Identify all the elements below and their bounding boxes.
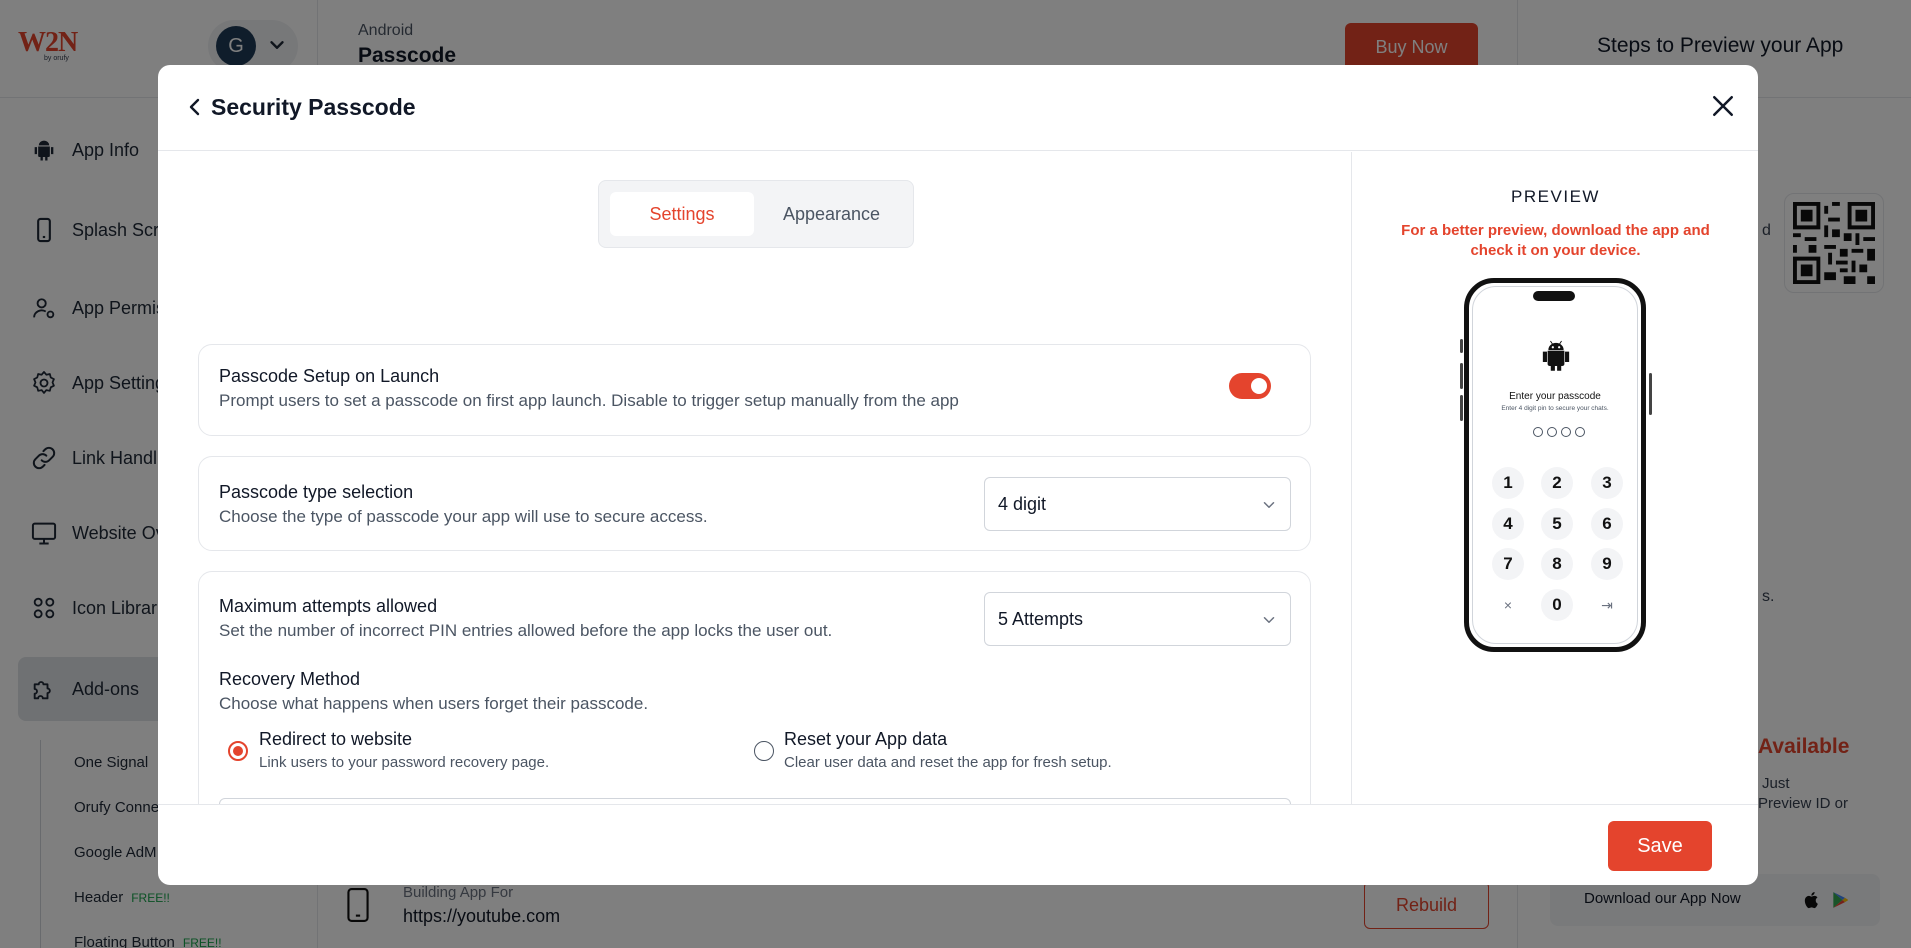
attempts-title: Maximum attempts allowed (219, 596, 438, 616)
tab-switcher: Settings Appearance (598, 180, 914, 248)
passcode-dots (1533, 427, 1593, 439)
recovery-title: Recovery Method (219, 669, 361, 689)
passcode-type-select[interactable]: 4 digit (984, 477, 1291, 531)
modal-footer: Save (158, 804, 1758, 885)
toggle-knob (1251, 378, 1267, 394)
type-title: Passcode type selection (219, 482, 414, 502)
setup-description: Prompt users to set a passcode on first … (219, 391, 959, 410)
keypad-key: 3 (1591, 467, 1623, 499)
max-attempts-value: 5 Attempts (998, 609, 1084, 629)
android-icon (1542, 340, 1570, 371)
phone-side-button (1460, 363, 1463, 389)
passcode-dot (1561, 427, 1571, 437)
preview-note: For a better preview, download the app a… (1401, 222, 1710, 259)
phone-passcode-subtext: Enter 4 digit pin to secure your chats. (1501, 405, 1609, 412)
chevron-down-icon (1263, 502, 1275, 508)
phone-side-button (1460, 395, 1463, 421)
attempts-description: Set the number of incorrect PIN entries … (219, 621, 833, 640)
keypad-enter-icon: ⇥ (1601, 597, 1613, 613)
security-passcode-modal: Security Passcode Settings Appearance Pa… (158, 65, 1758, 885)
modal-header: Security Passcode (158, 65, 1758, 151)
keypad-key: 9 (1591, 548, 1623, 580)
keypad-key: 1 (1492, 467, 1524, 499)
back-arrow-icon[interactable] (183, 95, 207, 119)
passcode-type-card: Passcode type selection Choose the type … (198, 456, 1311, 551)
passcode-dot (1575, 427, 1585, 437)
setup-title: Passcode Setup on Launch (219, 366, 440, 386)
phone-side-button (1460, 339, 1463, 353)
redirect-website-label[interactable]: Redirect to website (259, 729, 412, 750)
passcode-setup-card: Passcode Setup on Launch Prompt users to… (198, 344, 1311, 436)
tab-settings[interactable]: Settings (610, 192, 754, 236)
passcode-dot (1533, 427, 1543, 437)
keypad-key: 7 (1492, 548, 1524, 580)
attempts-recovery-card: Maximum attempts allowed Set the number … (198, 571, 1311, 804)
save-button[interactable]: Save (1608, 821, 1712, 871)
max-attempts-select[interactable]: 5 Attempts (984, 592, 1291, 646)
settings-pane: Settings Appearance Passcode Setup on La… (158, 152, 1351, 804)
phone-side-button (1649, 373, 1652, 415)
recovery-description: Choose what happens when users forget th… (219, 694, 649, 713)
keypad-clear-icon: × (1503, 597, 1513, 613)
keypad-key: 5 (1541, 508, 1573, 540)
redirect-website-description: Link users to your password recovery pag… (259, 754, 550, 771)
keypad-key: 0 (1541, 589, 1573, 621)
passcode-type-value: 4 digit (998, 494, 1047, 514)
phone-mockup: Enter your passcode Enter 4 digit pin to… (1460, 278, 1652, 652)
modal-title: Security Passcode (211, 94, 416, 120)
reset-app-data-label[interactable]: Reset your App data (784, 729, 947, 750)
radio-reset-app-data[interactable] (754, 741, 774, 761)
keypad-key: 6 (1591, 508, 1623, 540)
preview-title: PREVIEW (1511, 187, 1600, 206)
close-icon[interactable] (1708, 91, 1738, 121)
type-description: Choose the type of passcode your app wil… (219, 507, 708, 526)
preview-pane: PREVIEW For a better preview, download t… (1351, 152, 1758, 804)
phone-enter-passcode: Enter your passcode (1509, 391, 1601, 402)
keypad-key: 4 (1492, 508, 1524, 540)
phone-notch (1533, 291, 1575, 301)
radio-redirect-website[interactable] (228, 741, 248, 761)
keypad-key: 8 (1541, 548, 1573, 580)
tab-appearance[interactable]: Appearance (759, 192, 904, 236)
chevron-down-icon (1263, 617, 1275, 623)
keypad-key: 2 (1541, 467, 1573, 499)
reset-app-data-description: Clear user data and reset the app for fr… (784, 754, 1112, 771)
passcode-dot (1547, 427, 1557, 437)
setup-on-launch-toggle[interactable] (1229, 373, 1271, 399)
